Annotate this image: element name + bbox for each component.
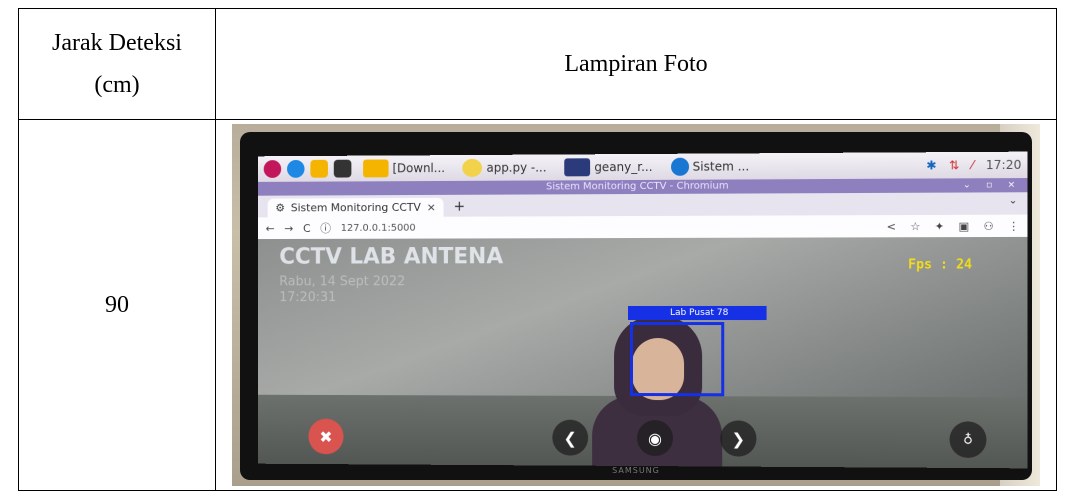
volume-icon[interactable]: ⁄ xyxy=(971,158,973,172)
header-cell-distance: Jarak Deteksi (cm) xyxy=(19,9,216,120)
chevron-left-icon: ❮ xyxy=(564,428,577,447)
close-button[interactable]: ✖ xyxy=(308,419,343,455)
header-distance-line2: (cm) xyxy=(19,64,215,106)
close-icon: ✖ xyxy=(319,427,332,446)
share-icon[interactable]: < xyxy=(887,220,896,233)
cctv-time: 17:20:31 xyxy=(279,290,336,305)
tab-close-icon[interactable]: × xyxy=(427,201,436,214)
reload-icon[interactable]: C xyxy=(303,222,310,235)
record-icon: ◉ xyxy=(648,429,662,448)
monitor-screen: [Downl... app.py -... geany_r... Sistem … xyxy=(258,152,1028,469)
chromium-icon xyxy=(671,158,689,176)
address-bar: ← → C ⓘ 127.0.0.1:5000 < ☆ ✦ ▣ ⚇ ⋮ xyxy=(258,215,1028,240)
monitor: [Downl... app.py -... geany_r... Sistem … xyxy=(240,132,1032,480)
terminal-icon xyxy=(564,158,590,176)
next-button[interactable]: ❯ xyxy=(720,420,756,456)
tab-label: Sistem Monitoring CCTV xyxy=(291,201,421,214)
forward-icon[interactable]: → xyxy=(284,222,293,235)
header-photo: Lampiran Foto xyxy=(564,51,707,77)
folder-icon[interactable] xyxy=(310,160,328,178)
extensions-icon[interactable]: ✦ xyxy=(935,219,944,232)
menu-icon[interactable]: ⋮ xyxy=(1008,219,1019,232)
taskbar-item-label: app.py -... xyxy=(486,161,546,175)
system-tray: ✱ ⇅ ⁄ 17:20 xyxy=(926,158,1021,173)
face-bounding-box xyxy=(630,322,724,396)
document-table: Jarak Deteksi (cm) Lampiran Foto 90 [Dow… xyxy=(18,8,1057,491)
cctv-date: Rabu, 14 Sept 2022 xyxy=(279,274,405,289)
window-controls[interactable]: ⌄ ▫ × xyxy=(963,178,1021,192)
gear-icon: ⚙ xyxy=(275,202,285,215)
tab-search-icon[interactable]: ⌄ xyxy=(1009,195,1018,206)
tab-sistem-monitoring[interactable]: ⚙ Sistem Monitoring CCTV × xyxy=(268,198,444,217)
cctv-view: CCTV LAB ANTENA Rabu, 14 Sept 2022 17:20… xyxy=(258,237,1028,468)
globe-icon[interactable] xyxy=(287,160,305,178)
header-distance-line1: Jarak Deteksi xyxy=(19,22,215,64)
taskbar-item-label: Sistem ... xyxy=(693,159,750,173)
url-field[interactable]: 127.0.0.1:5000 xyxy=(341,222,416,233)
star-icon[interactable]: ☆ xyxy=(910,220,920,233)
taskbar-item-downloads[interactable]: [Downl... xyxy=(357,157,451,179)
raspberry-icon[interactable] xyxy=(264,160,281,178)
record-button[interactable]: ◉ xyxy=(637,420,673,456)
distance-value: 90 xyxy=(105,292,129,318)
python-icon xyxy=(463,159,483,177)
sidepanel-icon[interactable]: ▣ xyxy=(958,219,969,232)
cctv-title: CCTV LAB ANTENA xyxy=(279,244,503,269)
taskbar-item-sistem[interactable]: Sistem ... xyxy=(665,155,756,178)
distance-cell: 90 xyxy=(19,120,216,491)
info-icon[interactable]: ⓘ xyxy=(320,220,331,236)
window-title: Sistem Monitoring CCTV - Chromium xyxy=(546,181,729,193)
toolbar-icons: < ☆ ✦ ▣ ⚇ ⋮ xyxy=(887,219,1020,233)
attachment-photo: [Downl... app.py -... geany_r... Sistem … xyxy=(232,124,1040,486)
folder-icon xyxy=(363,159,388,177)
taskbar: [Downl... app.py -... geany_r... Sistem … xyxy=(258,152,1028,182)
photo-cell: [Downl... app.py -... geany_r... Sistem … xyxy=(216,120,1057,491)
chevron-right-icon: ❯ xyxy=(732,429,746,448)
header-row: Jarak Deteksi (cm) Lampiran Foto xyxy=(19,9,1057,120)
light-button[interactable]: ♁ xyxy=(950,421,987,458)
taskbar-item-label: geany_r... xyxy=(594,160,652,174)
terminal-icon[interactable] xyxy=(334,160,352,178)
monitor-brand: SAMSUNG xyxy=(240,466,1032,475)
wifi-off-icon[interactable]: ⇅ xyxy=(949,158,959,172)
taskbar-item-geany[interactable]: geany_r... xyxy=(558,156,658,179)
data-row: 90 [Downl... app.py -... geany_r... Sist… xyxy=(19,120,1057,491)
fps-readout: Fps : 24 xyxy=(908,257,972,272)
profile-icon[interactable]: ⚇ xyxy=(984,219,994,232)
tab-strip: ⚙ Sistem Monitoring CCTV × + ⌄ xyxy=(258,192,1028,217)
bulb-icon: ♁ xyxy=(963,432,973,447)
header-cell-photo: Lampiran Foto xyxy=(216,9,1057,120)
taskbar-item-app[interactable]: app.py -... xyxy=(457,157,553,179)
clock: 17:20 xyxy=(986,158,1022,172)
back-icon[interactable]: ← xyxy=(266,222,275,235)
previous-button[interactable]: ❮ xyxy=(552,420,588,456)
taskbar-item-label: [Downl... xyxy=(392,161,445,175)
bluetooth-icon[interactable]: ✱ xyxy=(926,158,936,172)
detection-label: Lab Pusat 78 xyxy=(628,306,767,320)
new-tab-button[interactable]: + xyxy=(454,198,466,217)
